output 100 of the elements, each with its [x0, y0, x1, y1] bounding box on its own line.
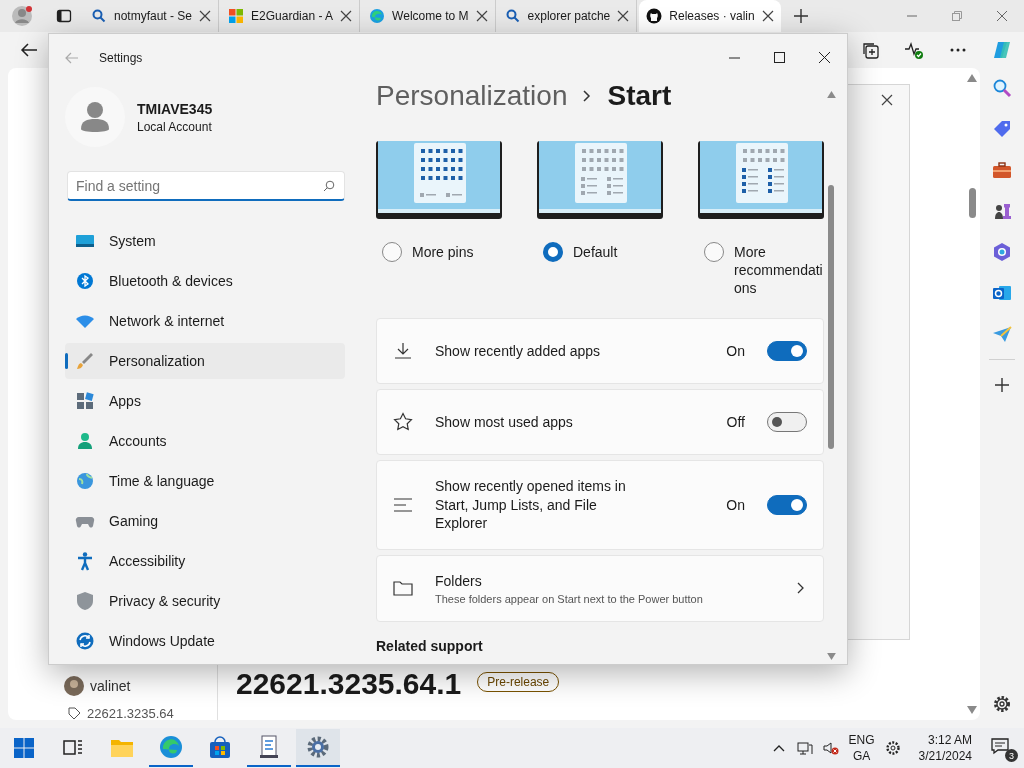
taskbar-button[interactable]	[296, 729, 340, 767]
close-icon[interactable]	[819, 52, 830, 63]
maximize-icon[interactable]	[774, 52, 785, 63]
nav-item[interactable]: Network & internet	[65, 303, 345, 339]
tag-name[interactable]: 22621.3235.64	[87, 706, 174, 720]
nav-item[interactable]: Time & language	[65, 463, 345, 499]
browser-logo-icon	[159, 735, 183, 759]
hexagon-logo-icon[interactable]	[992, 242, 1012, 262]
windows-logo-icon	[228, 8, 245, 24]
search-field[interactable]: Find a setting	[67, 171, 345, 201]
profile-avatar-icon[interactable]	[11, 5, 33, 27]
toolbox-icon[interactable]	[992, 160, 1012, 180]
window-title: Settings	[99, 50, 143, 65]
close-icon[interactable]	[340, 10, 353, 22]
heartbeat-check-icon[interactable]	[904, 40, 924, 60]
close-icon[interactable]	[617, 10, 630, 22]
add-icon[interactable]	[992, 375, 1012, 395]
radio-button[interactable]	[382, 242, 402, 262]
document-icon	[257, 735, 281, 759]
close-icon[interactable]	[199, 10, 212, 22]
radio-label[interactable]: More pins	[412, 242, 502, 261]
section-heading: Related support	[376, 638, 484, 654]
download-icon	[393, 341, 413, 361]
scroll-down-icon[interactable]	[967, 706, 977, 714]
radio-button[interactable]	[704, 242, 724, 262]
keyboard-layout[interactable]: GA	[852, 748, 871, 764]
search-icon	[91, 8, 107, 24]
star-icon	[393, 412, 413, 432]
setting-card[interactable]: Folders These folders appear on Start next to the Power button	[376, 554, 824, 622]
toggle-switch[interactable]	[767, 494, 807, 515]
setting-label: Show recently added apps	[435, 341, 601, 361]
toggle-state-label: On	[726, 496, 745, 513]
bluetooth-icon	[75, 271, 95, 291]
cat-logo-icon	[646, 8, 663, 24]
browser-tab[interactable]: Releases · valin	[639, 0, 781, 32]
setting-label: Show most used apps	[435, 412, 574, 432]
toggle-switch[interactable]	[767, 412, 807, 432]
nav-item[interactable]: Bluetooth & devices	[65, 263, 345, 299]
nav-item[interactable]: Windows Update	[65, 623, 345, 659]
page-title: Start	[607, 80, 672, 112]
language-code[interactable]: ENG	[848, 732, 875, 748]
mail-logo-icon[interactable]	[992, 283, 1012, 303]
toggle-switch[interactable]	[767, 341, 807, 361]
scroll-thumb[interactable]	[828, 185, 834, 449]
breadcrumb-link[interactable]: Personalization	[376, 80, 568, 112]
nav-item[interactable]: Apps	[65, 383, 345, 419]
nav-item[interactable]: Accounts	[65, 423, 345, 459]
apps-icon	[75, 391, 95, 411]
globe-icon	[75, 471, 95, 491]
nav-item[interactable]: System	[65, 223, 345, 259]
muted-speaker-icon[interactable]	[822, 740, 839, 756]
tag-icon	[68, 706, 81, 720]
release-title: 22621.3235.64.1	[236, 668, 462, 700]
user-name: TMIAVE345	[137, 100, 213, 117]
nav-item[interactable]: Gaming	[65, 503, 345, 539]
clock-time[interactable]: 3:12 AM	[927, 732, 972, 748]
browser-logo-icon	[369, 8, 386, 24]
scroll-up-icon[interactable]	[826, 91, 836, 98]
chess-pieces-icon[interactable]	[992, 201, 1012, 221]
paper-plane-icon[interactable]	[992, 324, 1012, 344]
setting-label: Folders	[435, 571, 483, 590]
collections-icon[interactable]	[860, 40, 880, 60]
toggle-state-label: Off	[726, 414, 745, 430]
clock-date[interactable]: 3/21/2024	[918, 748, 972, 764]
browser-tab[interactable]: notmyfaut - Se	[84, 0, 220, 32]
shield-icon	[75, 591, 95, 611]
scroll-thumb[interactable]	[968, 188, 976, 218]
browser-tab[interactable]: E2Guardian - A	[221, 0, 361, 32]
windows-logo-icon	[12, 736, 36, 760]
search-icon[interactable]	[323, 180, 335, 192]
search-icon[interactable]	[992, 78, 1012, 98]
store-bag-icon	[208, 736, 232, 760]
radio-button[interactable]	[543, 242, 563, 262]
back-arrow-icon[interactable]	[20, 41, 38, 59]
close-icon[interactable]	[761, 10, 774, 22]
close-icon[interactable]	[475, 10, 488, 22]
nav-item[interactable]: Personalization	[65, 343, 345, 379]
browser-tab[interactable]: Welcome to M	[362, 0, 496, 32]
folder-icon	[393, 578, 413, 599]
browser-tab[interactable]: explorer patche	[497, 0, 638, 32]
close-icon[interactable]	[881, 94, 893, 106]
search-icon	[504, 8, 521, 24]
refresh-icon	[75, 631, 95, 651]
nav-item[interactable]: Privacy & security	[65, 583, 345, 619]
price-tag-icon[interactable]	[992, 119, 1012, 139]
account-type: Local Account	[137, 119, 213, 134]
network-icon[interactable]	[796, 740, 813, 756]
radio-label[interactable]: More recommendations	[734, 242, 824, 297]
scroll-down-icon[interactable]	[826, 653, 836, 660]
accessibility-icon	[75, 551, 95, 571]
tab-actions-icon[interactable]	[56, 8, 72, 24]
settings-icon[interactable]	[992, 694, 1012, 714]
radio-label[interactable]: Default	[573, 242, 663, 261]
copilot-logo-icon[interactable]	[992, 40, 1012, 60]
gear-icon[interactable]	[884, 740, 901, 756]
author-name[interactable]: valinet	[90, 678, 131, 694]
scroll-up-icon[interactable]	[967, 74, 977, 82]
toggle-state-label: On	[726, 343, 745, 359]
nav-item[interactable]: Accessibility	[65, 543, 345, 579]
release-badge: Pre-release	[477, 672, 560, 692]
